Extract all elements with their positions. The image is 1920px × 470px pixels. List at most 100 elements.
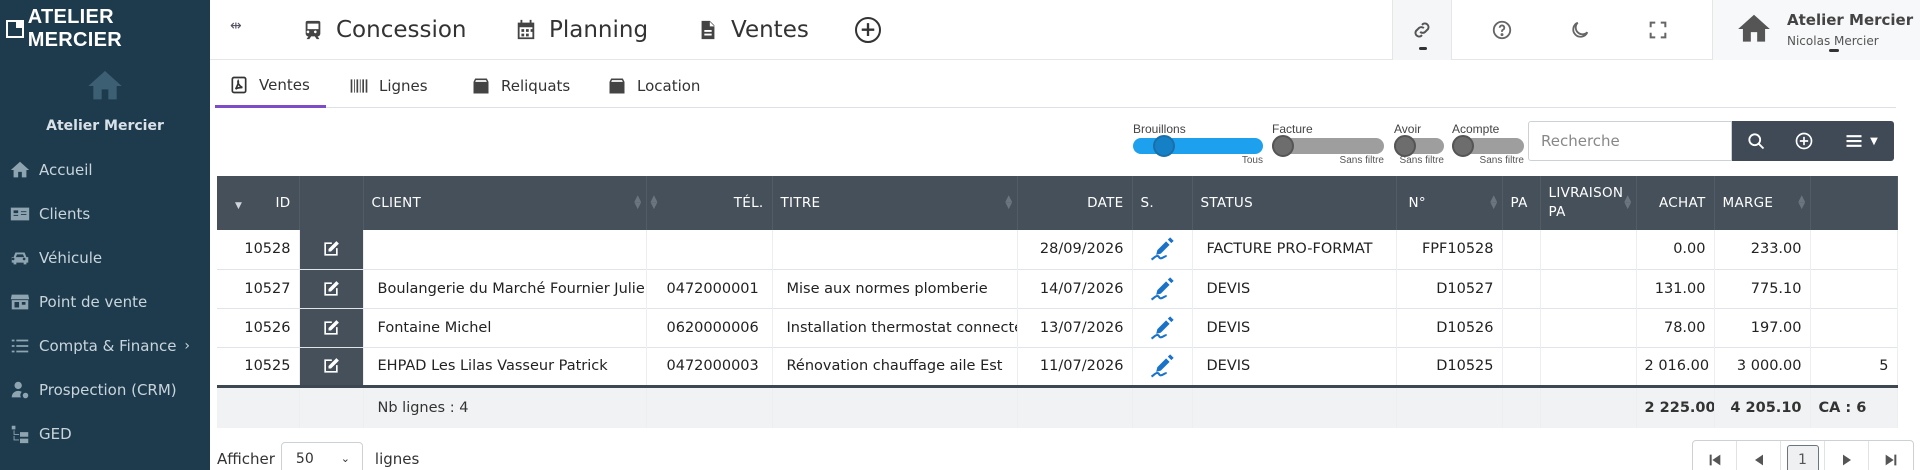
col-livraison[interactable]: LIVRAISON PA ▲ ▼ [1540,176,1637,230]
signature-status[interactable] [1132,230,1193,269]
sidebar-item-label: GED [39,425,72,443]
col-pa[interactable]: PA [1502,176,1541,230]
cell-marge: 197.00 [1714,308,1811,347]
subtab-label: Reliquats [501,77,571,95]
col-date[interactable]: DATE [1017,176,1133,230]
cell-pa [1502,308,1541,347]
fullscreen-icon[interactable] [1628,0,1688,60]
filter-toggle[interactable] [1452,135,1524,157]
sidebar-item-compta-finance[interactable]: Compta & Finance › [0,324,210,368]
lines-label: lignes [374,450,420,468]
menu-icon [1846,135,1862,147]
filter-brouillons[interactable]: Brouillons Tous [1133,122,1263,166]
filter-toggle[interactable] [1133,135,1263,157]
dark-mode-icon[interactable] [1550,0,1610,60]
sidebar-item-ged[interactable]: GED [0,412,210,456]
prev-page-button[interactable] [1737,441,1781,470]
subtab-ventes[interactable]: Ventes [215,64,326,108]
filter-toggle[interactable] [1394,135,1444,157]
table-row[interactable]: 10528 28/09/2026 FACTURE PRO-FORMAT FPF1052… [217,230,1898,269]
cell-status: DEVIS [1192,308,1397,347]
col-client[interactable]: CLIENT ▲ ▼ [363,176,647,230]
top-tab-planning[interactable]: Planning [515,10,648,50]
home-avatar-icon [1738,14,1770,42]
cell-num: D10527 [1396,269,1503,308]
car-icon [11,252,29,265]
box-icon [609,78,625,94]
first-page-button[interactable] [1693,441,1737,470]
table-row[interactable]: 10525 EHPAD Les Lilas Vasseur Patrick 0472… [217,347,1898,386]
cell-marge: 3 000.00 [1714,347,1811,386]
search-input[interactable] [1528,121,1732,161]
edit-button[interactable] [299,269,364,308]
cell-titre: Installation thermostat connecté [772,308,1018,347]
edit-icon [324,241,339,256]
collapse-sidebar-icon[interactable]: ⇹ [230,18,252,40]
filter-avoir[interactable]: Avoir Sans filtre [1394,122,1444,166]
sidebar-item-point-de-vente[interactable]: Point de vente [0,280,210,324]
cell-livraison [1540,347,1637,386]
col-tel[interactable]: ▲ ▼ TÉL. [646,176,773,230]
subtab-location[interactable]: Location [593,64,714,108]
subtab-reliquats[interactable]: Reliquats [457,64,584,108]
row-count: Nb lignes : 4 [363,386,647,428]
col-achat[interactable]: ACHAT [1636,176,1715,230]
subtab-lignes[interactable]: Lignes [335,64,442,108]
store-icon [10,294,30,310]
sidebar-item-clients[interactable]: Clients [0,192,210,236]
cell-id: 10528 [217,230,300,269]
signature-status[interactable] [1132,269,1193,308]
edit-button[interactable] [299,230,364,269]
sidebar-item-accueil[interactable]: Accueil [0,148,210,192]
help-icon[interactable] [1472,0,1532,60]
signature-status[interactable] [1132,347,1193,386]
cell-pa [1502,230,1541,269]
signature-pen-icon [1150,276,1174,300]
top-tab-label: Planning [549,17,649,43]
cell-tel: 0620000006 [646,308,773,347]
chevron-down-icon: ⌄ [340,452,350,465]
add-tab-icon[interactable]: + [855,17,881,43]
cell-status: DEVIS [1192,347,1397,386]
sidebar-item-vehicule[interactable]: Véhicule [0,236,210,280]
edit-button[interactable] [299,347,364,386]
current-page-button[interactable]: 1 [1781,441,1825,470]
col-id[interactable]: ▼ ID [217,176,300,230]
sidebar-user: Atelier Mercier [0,58,210,142]
next-page-button[interactable] [1825,441,1869,470]
cell-pa [1502,347,1541,386]
page-size-select[interactable]: 50 ⌄ [280,442,363,470]
table-row[interactable]: 10526 Fontaine Michel 0620000006 Installati… [217,308,1898,347]
profile-indicator [1829,49,1839,52]
top-tab-concession[interactable]: Concession [302,10,467,50]
link-icon[interactable] [1392,0,1452,60]
signature-pen-icon [1150,315,1174,339]
col-titre[interactable]: TITRE ▲ ▼ [772,176,1018,230]
col-num[interactable]: N° ▲ ▼ [1396,176,1503,230]
table-row[interactable]: 10527 Boulangerie du Marché Fournier Juli… [217,269,1898,308]
brand[interactable]: ATELIER MERCIER [0,0,210,58]
cell-date: 14/07/2026 [1017,269,1133,308]
sidebar-item-prospection[interactable]: Prospection (CRM) [0,368,210,412]
menu-button[interactable]: ▼ [1828,121,1894,161]
edit-button[interactable] [299,308,364,347]
signature-status[interactable] [1132,308,1193,347]
user-profile[interactable]: Atelier Mercier Nicolas Mercier [1712,0,1920,60]
list-icon [11,339,29,353]
col-s[interactable]: S. [1132,176,1193,230]
filter-state: Sans filtre [1339,155,1384,166]
search-button[interactable] [1732,121,1780,161]
last-page-button[interactable] [1869,441,1913,470]
add-button[interactable] [1780,121,1828,161]
first-page-icon [1709,454,1720,466]
next-page-icon [1842,454,1851,466]
filter-acompte[interactable]: Acompte Sans filtre [1452,122,1524,166]
cell-tel [646,230,773,269]
filter-toggle[interactable] [1272,135,1384,157]
cell-client: Boulangerie du Marché Fournier Julien [363,269,647,308]
col-status[interactable]: STATUS [1192,176,1397,230]
col-marge[interactable]: MARGE ▲ ▼ [1714,176,1811,230]
sidebar-item-label: Véhicule [39,249,103,267]
filter-facture[interactable]: Facture Sans filtre [1272,122,1384,166]
top-tab-ventes[interactable]: Ventes [697,10,809,50]
